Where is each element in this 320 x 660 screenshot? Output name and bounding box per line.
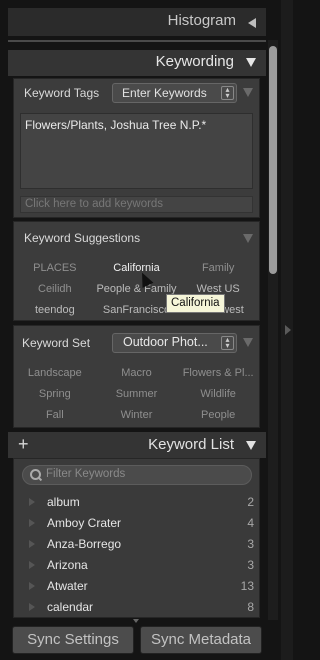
keyword-entry-mode-value: Enter Keywords [122, 86, 207, 100]
keywording-title: Keywording [155, 53, 234, 70]
expand-row-icon[interactable] [29, 603, 35, 611]
suggestion-item[interactable]: Ceilidh [14, 279, 96, 300]
tooltip-text: California [171, 297, 220, 309]
expand-row-icon[interactable] [29, 582, 35, 590]
keyword-count: 13 [240, 579, 254, 593]
keyword-suggestions-menu-icon[interactable] [243, 234, 253, 243]
add-keyword-button[interactable]: + [18, 434, 29, 455]
keyword-set-label: Keyword Set [22, 336, 91, 350]
divider [8, 40, 266, 42]
sync-metadata-button[interactable]: Sync Metadata [140, 626, 262, 654]
keyword-set-select[interactable]: Outdoor Phot... ▴ ▾ [112, 333, 237, 353]
keyword-row[interactable]: Arizona 3 [22, 555, 254, 576]
keyword-name: Amboy Crater [47, 516, 122, 530]
keyword-set-grid: Landscape Macro Flowers & Pl... Spring S… [14, 363, 259, 426]
keyword-tags-section: Keyword Tags Enter Keywords ▴ ▾ Flowers/P… [13, 78, 260, 218]
suggestion-item[interactable]: teendog [14, 300, 96, 321]
keyword-entry-mode-select[interactable]: Enter Keywords ▴ ▾ [112, 83, 237, 103]
keyword-name: calendar [47, 600, 94, 614]
keyword-set-item[interactable]: Summer [96, 384, 178, 405]
keyword-set-item[interactable]: Flowers & Pl... [177, 363, 259, 384]
keyword-tags-menu-icon[interactable] [243, 88, 253, 97]
add-keywords-placeholder: Click here to add keywords [25, 198, 164, 210]
keyword-row[interactable]: album 2 [22, 492, 254, 513]
keyword-count: 3 [247, 537, 254, 551]
expand-row-icon[interactable] [29, 540, 35, 548]
tooltip: California [166, 294, 225, 313]
keyword-set-item[interactable]: People [177, 405, 259, 426]
keyword-name: Anza-Borrego [47, 537, 122, 551]
suggestion-item[interactable]: PLACES [14, 258, 96, 279]
panel-toggle-icon[interactable] [285, 325, 291, 335]
stepper-icon: ▴ ▾ [221, 336, 234, 350]
expand-row-icon[interactable] [29, 498, 35, 506]
keyword-list-panel: Filter Keywords album 2 Amboy Crater 4 A… [13, 458, 260, 618]
keyword-set-section: Keyword Set Outdoor Phot... ▴ ▾ Landscape… [13, 325, 260, 428]
scrollbar-track[interactable] [268, 40, 278, 620]
keyword-count: 4 [247, 516, 254, 530]
collapse-left-icon[interactable] [248, 18, 256, 28]
expand-row-icon[interactable] [29, 561, 35, 569]
keyword-suggestions-label: Keyword Suggestions [24, 231, 141, 245]
expand-down-icon[interactable] [246, 58, 256, 67]
keyword-set-value: Outdoor Phot... [123, 335, 208, 349]
keyword-list-header[interactable]: + Keyword List [8, 432, 266, 458]
sync-settings-button[interactable]: Sync Settings [12, 626, 134, 654]
keyword-set-item[interactable]: Spring [14, 384, 96, 405]
panel-resize-handle[interactable] [133, 619, 139, 623]
keyword-row[interactable]: Anza-Borrego 3 [22, 534, 254, 555]
histogram-title: Histogram [167, 12, 236, 29]
expand-down-icon[interactable] [246, 441, 256, 450]
histogram-header[interactable]: Histogram [8, 8, 266, 36]
keyword-set-item[interactable]: Macro [96, 363, 178, 384]
keyword-name: Atwater [47, 579, 88, 593]
scrollbar-thumb[interactable] [269, 46, 277, 274]
keyword-count: 2 [247, 495, 254, 509]
stepper-icon: ▴ ▾ [221, 86, 234, 100]
keyword-row[interactable]: calendar 8 [22, 597, 254, 618]
keyword-tags-content: Flowers/Plants, Joshua Tree N.P.* [25, 118, 207, 132]
keyword-set-item[interactable]: Fall [14, 405, 96, 426]
keyword-set-item[interactable]: Winter [96, 405, 178, 426]
expand-row-icon[interactable] [29, 519, 35, 527]
keyword-row[interactable]: Amboy Crater 4 [22, 513, 254, 534]
keyword-tags-label: Keyword Tags [24, 86, 100, 100]
add-keywords-input[interactable]: Click here to add keywords [20, 196, 253, 213]
keyword-name: album [47, 495, 80, 509]
keyword-count: 3 [247, 558, 254, 572]
keyword-count: 8 [247, 600, 254, 614]
keyword-set-item[interactable]: Wildlife [177, 384, 259, 405]
keyword-set-menu-icon[interactable] [243, 338, 253, 347]
keyword-list-title: Keyword List [148, 436, 234, 453]
search-icon-handle [37, 476, 43, 482]
filter-keywords-input[interactable]: Filter Keywords [22, 465, 252, 485]
keywording-header[interactable]: Keywording [8, 50, 266, 76]
keyword-tags-field[interactable]: Flowers/Plants, Joshua Tree N.P.* [20, 113, 253, 189]
keyword-name: Arizona [47, 558, 88, 572]
filter-keywords-placeholder: Filter Keywords [46, 468, 126, 480]
suggestion-item[interactable]: Family [177, 258, 259, 279]
keyword-set-item[interactable]: Landscape [14, 363, 96, 384]
keyword-row[interactable]: Atwater 13 [22, 576, 254, 597]
